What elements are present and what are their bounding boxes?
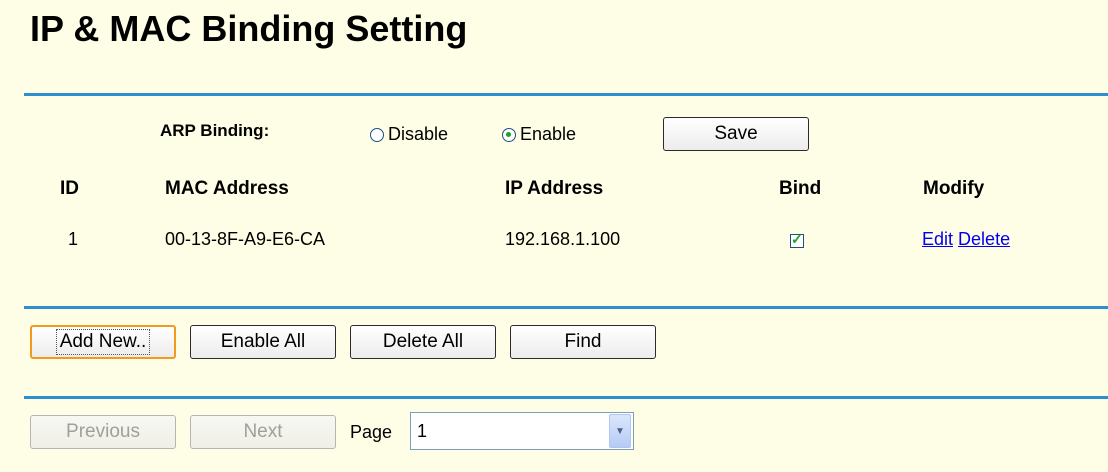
- find-button[interactable]: Find: [510, 325, 656, 359]
- row-mac-address: 00-13-8F-A9-E6-CA: [165, 229, 326, 249]
- page-select[interactable]: 1 ▼: [410, 412, 634, 450]
- header-bind: Bind: [779, 178, 822, 199]
- enable-all-button[interactable]: Enable All: [190, 325, 336, 359]
- radio-enable-label: Enable: [520, 124, 577, 144]
- next-button[interactable]: Next: [190, 415, 336, 449]
- header-ip-address: IP Address: [505, 178, 604, 199]
- radio-disable-label: Disable: [388, 124, 449, 144]
- divider-top: [24, 93, 1108, 96]
- save-button[interactable]: Save: [663, 117, 809, 151]
- row-bind-checkbox[interactable]: ✓: [790, 231, 804, 248]
- add-new-button[interactable]: Add New..: [30, 325, 176, 359]
- delete-link[interactable]: Delete: [958, 229, 1010, 249]
- add-new-label: Add New..: [55, 329, 151, 355]
- arp-binding-label: ARP Binding:: [160, 121, 270, 140]
- radio-enable-circle[interactable]: [502, 127, 516, 142]
- row-modify-links: Edit Delete: [922, 229, 1010, 250]
- divider-middle: [24, 306, 1108, 309]
- chevron-down-icon[interactable]: ▼: [609, 414, 631, 448]
- radio-enable[interactable]: Enable: [502, 124, 576, 145]
- row-ip-address: 192.168.1.100: [505, 229, 621, 249]
- header-mac-address: MAC Address: [165, 178, 289, 199]
- page-title: IP & MAC Binding Setting: [30, 8, 468, 49]
- page-label: Page: [350, 422, 393, 442]
- edit-link[interactable]: Edit: [922, 229, 953, 249]
- radio-disable[interactable]: Disable: [370, 124, 448, 145]
- radio-disable-circle[interactable]: [370, 127, 384, 142]
- header-modify: Modify: [923, 178, 985, 199]
- divider-bottom: [24, 396, 1108, 399]
- header-id: ID: [60, 178, 79, 199]
- delete-all-button[interactable]: Delete All: [350, 325, 496, 359]
- row-id: 1: [68, 229, 79, 249]
- page-select-value: 1: [417, 420, 428, 441]
- previous-button[interactable]: Previous: [30, 415, 176, 449]
- checkmark-icon: ✓: [791, 231, 803, 247]
